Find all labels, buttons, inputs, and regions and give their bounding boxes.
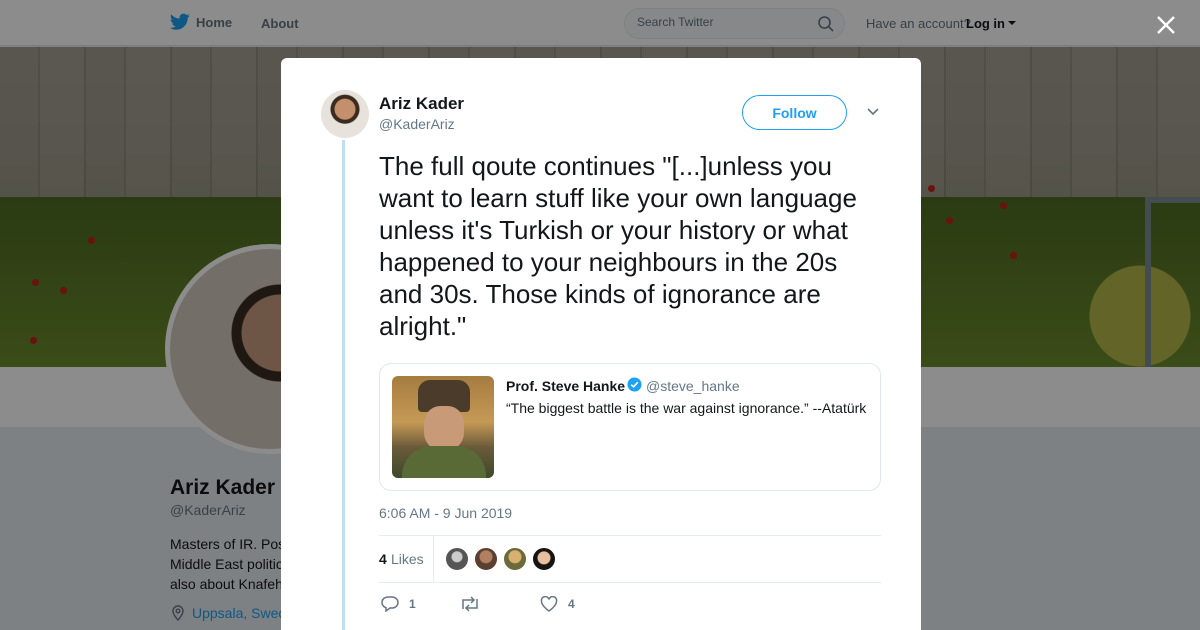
liker-avatar[interactable] bbox=[445, 547, 469, 571]
retweet-button[interactable] bbox=[459, 596, 481, 612]
divider bbox=[379, 582, 881, 583]
divider bbox=[379, 535, 881, 536]
reply-icon bbox=[381, 596, 399, 612]
like-count: 4 bbox=[568, 597, 575, 611]
liker-avatar[interactable] bbox=[474, 547, 498, 571]
quoted-tweet-image bbox=[392, 376, 494, 478]
author-name[interactable]: Ariz Kader bbox=[379, 94, 464, 114]
divider bbox=[433, 536, 434, 582]
verified-badge-icon bbox=[627, 377, 642, 392]
quoted-author-handle: @steve_hanke bbox=[646, 378, 740, 394]
tweet-modal: Ariz Kader @KaderAriz Follow The full qo… bbox=[281, 58, 921, 630]
tweet-text: The full qoute continues "[...]unless yo… bbox=[379, 151, 857, 341]
likes-count[interactable]: 4 bbox=[379, 551, 387, 567]
reply-count: 1 bbox=[409, 597, 416, 611]
retweet-icon bbox=[462, 596, 478, 612]
liker-avatar[interactable] bbox=[532, 547, 556, 571]
quoted-tweet-text: “The biggest battle is the war against i… bbox=[506, 400, 867, 416]
quoted-tweet[interactable]: Prof. Steve Hanke @steve_hanke “The bigg… bbox=[379, 363, 881, 491]
quoted-author-name: Prof. Steve Hanke bbox=[506, 378, 626, 394]
follow-button[interactable]: Follow bbox=[742, 95, 847, 130]
tweet-timestamp[interactable]: 6:06 AM - 9 Jun 2019 bbox=[379, 505, 512, 521]
thread-line bbox=[342, 140, 345, 630]
close-icon[interactable] bbox=[1154, 13, 1178, 37]
reply-button[interactable]: 1 bbox=[381, 596, 416, 612]
likes-label[interactable]: Likes bbox=[391, 551, 424, 567]
chevron-down-icon[interactable] bbox=[865, 104, 881, 120]
heart-icon bbox=[540, 596, 558, 612]
author-handle[interactable]: @KaderAriz bbox=[379, 116, 455, 132]
liker-avatar[interactable] bbox=[503, 547, 527, 571]
author-avatar[interactable] bbox=[321, 90, 369, 138]
like-button[interactable]: 4 bbox=[540, 596, 575, 612]
